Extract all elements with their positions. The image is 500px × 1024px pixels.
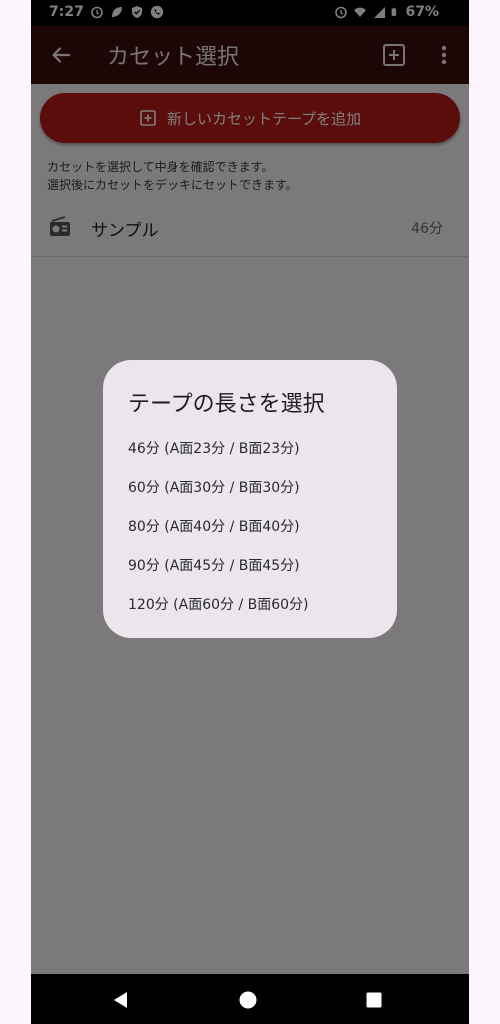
tape-length-option-46[interactable]: 46分 (A面23分 / B面23分) — [128, 438, 300, 458]
dialog-title: テープの長さを選択 — [128, 392, 325, 417]
nav-recents-icon[interactable] — [365, 991, 383, 1009]
system-nav-bar — [31, 974, 469, 1024]
tape-length-option-60[interactable]: 60分 (A面30分 / B面30分) — [128, 477, 300, 497]
nav-home-icon[interactable] — [238, 990, 258, 1010]
nav-back-icon[interactable] — [111, 990, 131, 1010]
tape-length-option-120[interactable]: 120分 (A面60分 / B面60分) — [128, 594, 309, 614]
tape-length-dialog: テープの長さを選択 46分 (A面23分 / B面23分) 60分 (A面30分… — [103, 360, 397, 638]
tape-length-option-90[interactable]: 90分 (A面45分 / B面45分) — [128, 555, 300, 575]
tape-length-option-80[interactable]: 80分 (A面40分 / B面40分) — [128, 516, 300, 536]
phone-screen: 7:27 — [31, 0, 469, 1024]
